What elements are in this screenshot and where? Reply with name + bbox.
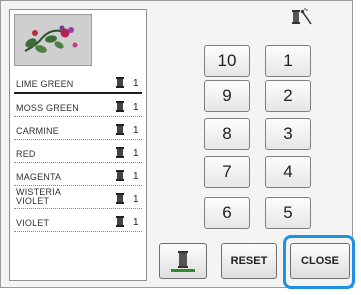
- key-7-button[interactable]: 7: [204, 156, 250, 188]
- key-9-button[interactable]: 9: [204, 80, 250, 112]
- key-8-button[interactable]: 8: [204, 118, 250, 150]
- thread-row[interactable]: WISTERIA VIOLET 1: [14, 186, 142, 209]
- thread-row[interactable]: MAGENTA 1: [14, 163, 142, 186]
- thread-row[interactable]: RED 1: [14, 140, 142, 163]
- thread-row[interactable]: LIME GREEN 1: [14, 70, 142, 94]
- key-4-button[interactable]: 4: [265, 156, 311, 188]
- thread-name: CARMINE: [16, 126, 59, 136]
- thread-count: 1: [133, 217, 139, 228]
- reset-button[interactable]: RESET: [221, 243, 277, 279]
- thread-count: 1: [133, 102, 139, 113]
- thread-spool-icon: [116, 216, 124, 227]
- thread-spool-icon: [116, 147, 124, 158]
- spool-and-needle-icon: [292, 8, 312, 25]
- thread-count: 1: [133, 171, 139, 182]
- spool-select-icon: [171, 251, 195, 272]
- thread-row[interactable]: VIOLET 1: [14, 209, 142, 232]
- thread-spool-icon: [116, 77, 124, 88]
- thread-spool-icon: [116, 124, 124, 135]
- thread-name: MAGENTA: [16, 172, 62, 182]
- key-10-button[interactable]: 10: [204, 45, 250, 77]
- close-button-highlight: [283, 235, 355, 289]
- thread-list: LIME GREEN 1 MOSS GREEN 1 CARMINE 1 RED …: [14, 70, 142, 232]
- floral-pattern-image: [15, 15, 91, 65]
- thread-count: 1: [133, 194, 139, 205]
- thread-name: VIOLET: [16, 218, 50, 228]
- thread-name: MOSS GREEN: [16, 103, 80, 113]
- key-6-button[interactable]: 6: [204, 197, 250, 229]
- spool-select-button[interactable]: [159, 243, 207, 279]
- thread-spool-icon: [116, 101, 124, 112]
- thread-name: RED: [16, 149, 36, 159]
- thread-list-panel: LIME GREEN 1 MOSS GREEN 1 CARMINE 1 RED …: [9, 9, 147, 281]
- key-2-button[interactable]: 2: [265, 80, 311, 112]
- thread-row[interactable]: CARMINE 1: [14, 117, 142, 140]
- key-1-button[interactable]: 1: [265, 45, 311, 77]
- thread-count: 1: [133, 148, 139, 159]
- thread-spool-icon: [116, 193, 124, 204]
- key-3-button[interactable]: 3: [265, 118, 311, 150]
- key-5-button[interactable]: 5: [265, 197, 311, 229]
- thread-spool-icon: [116, 170, 124, 181]
- thread-count: 1: [133, 78, 139, 89]
- thread-name: LIME GREEN: [16, 79, 74, 89]
- pattern-preview: [14, 14, 92, 66]
- thread-row[interactable]: MOSS GREEN 1: [14, 94, 142, 117]
- thread-name: WISTERIA VIOLET: [16, 187, 61, 206]
- thread-count: 1: [133, 125, 139, 136]
